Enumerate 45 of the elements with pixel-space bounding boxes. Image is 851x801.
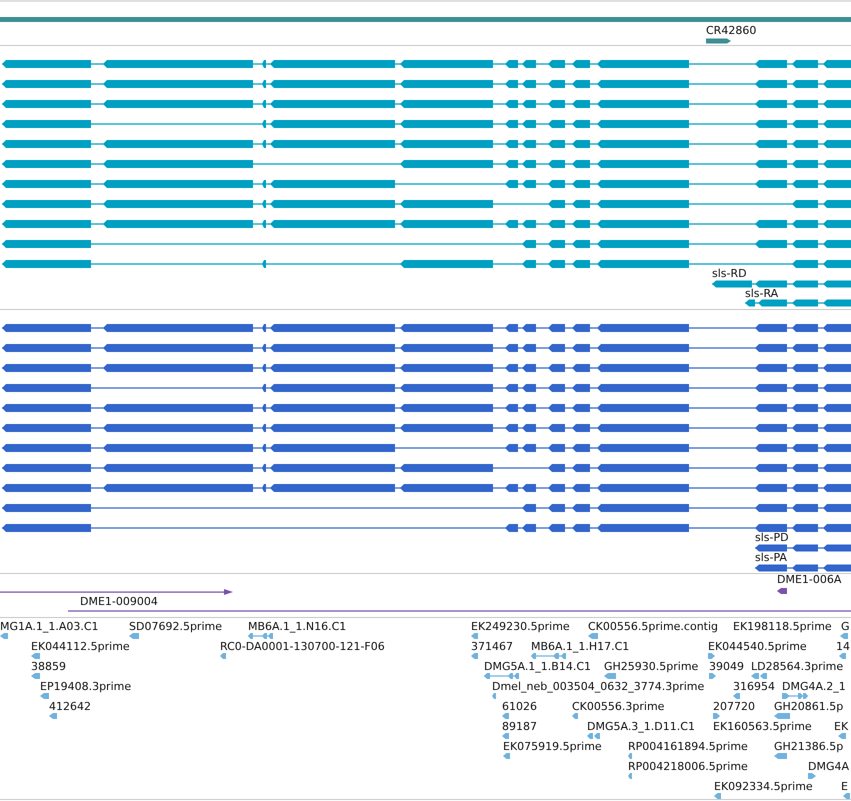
feature-label: EK198118.5prime [733, 620, 832, 633]
feature-label: 61026 [502, 700, 537, 713]
feature-label: DME1-009004 [80, 595, 158, 608]
feature-label: sls-RD [712, 267, 747, 280]
feature-label: 89187 [502, 720, 537, 733]
feature-label: sls-RA [745, 287, 778, 300]
feature-label: Dmel_neb_003504_0632_3774.3prime [492, 680, 704, 693]
feature-label: EK [834, 720, 848, 733]
feature-label: CR42860 [706, 24, 756, 37]
feature-label: DMG4A [808, 760, 850, 773]
feature-label: E [841, 780, 848, 793]
feature-label: LD28564.3prime [751, 660, 844, 673]
feature-label: 371467 [471, 640, 513, 653]
feature-label: 207720 [713, 700, 755, 713]
feature-label: EK160563.5prime [713, 720, 812, 733]
feature-label: EK044540.5prime [708, 640, 807, 653]
feature-label: GH20861.5p [774, 700, 844, 713]
feature-label: 316954 [733, 680, 775, 693]
feature-label: 39049 [709, 660, 744, 673]
feature-label: CK00556.3prime [572, 700, 664, 713]
feature-label: MG1A.1_1.A03.C1 [0, 620, 99, 633]
feature-label: EP19408.3prime [40, 680, 132, 693]
feature-label: GH25930.5prime [604, 660, 698, 673]
feature-label: SD07692.5prime [129, 620, 222, 633]
feature-label: RP004218006.5prime [628, 760, 748, 773]
feature-label: GH21386.5p [774, 740, 844, 753]
feature-label: EK092334.5prime [714, 780, 813, 793]
feature-label: 38859 [31, 660, 66, 673]
feature-label: EK249230.5prime [471, 620, 570, 633]
feature-label: RP004161894.5prime [628, 740, 748, 753]
feature-label: sls-PD [755, 531, 789, 544]
feature-label: DMG4A.2_1 [782, 680, 846, 693]
feature-label: G [841, 620, 850, 633]
feature-label: MB6A.1_1.N16.C1 [248, 620, 346, 633]
feature-label: RC0-DA0001-130700-121-F06 [220, 640, 385, 653]
feature-label: MB6A.1_1.H17.C1 [531, 640, 630, 653]
feature-label: 412642 [49, 700, 91, 713]
feature-label: DMG5A.1_1.B14.C1 [484, 660, 592, 673]
feature-label: 14 [836, 640, 850, 653]
feature-label: DMG5A.3_1.D11.C1 [587, 720, 695, 733]
feature-label: EK044112.5prime [31, 640, 130, 653]
feature-label: sls-PA [755, 551, 787, 564]
feature-label: CK00556.5prime.contig [588, 620, 718, 633]
feature-label: DME1-006A [777, 573, 842, 586]
feature-label: EK075919.5prime [503, 740, 602, 753]
